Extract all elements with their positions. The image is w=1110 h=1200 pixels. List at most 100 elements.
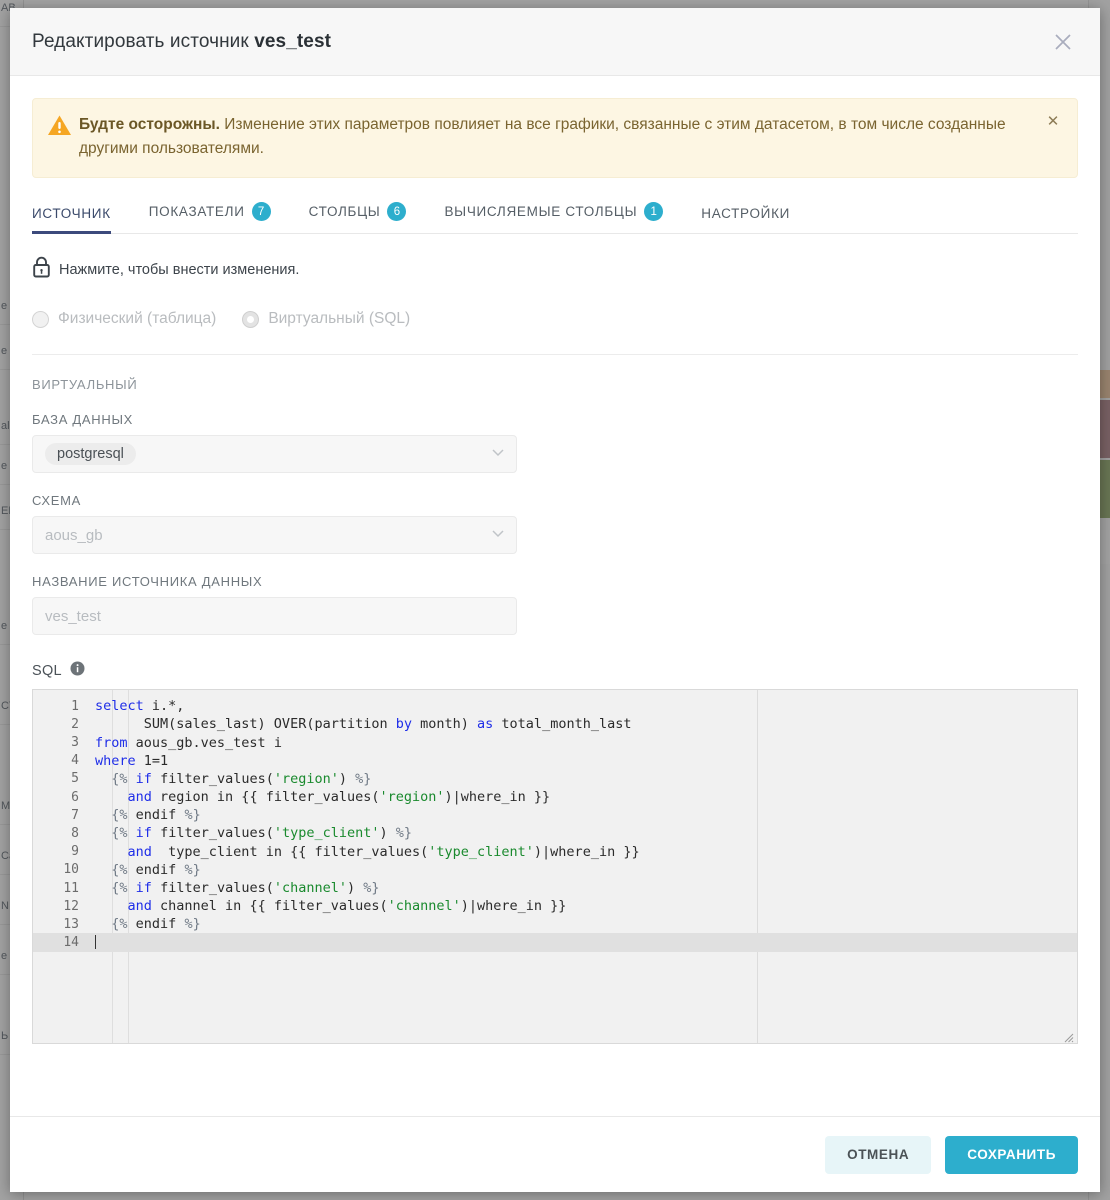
tab-settings-label: НАСТРОЙКИ: [701, 206, 790, 221]
sql-code-lines[interactable]: 1select i.*,2 SUM(sales_last) OVER(parti…: [33, 697, 1077, 952]
sql-line-number: 3: [33, 735, 85, 750]
sql-line[interactable]: 13 {% endif %}: [33, 915, 1077, 933]
sql-line[interactable]: 9 and type_client in {{ filter_values('t…: [33, 843, 1077, 861]
save-button[interactable]: СОХРАНИТЬ: [945, 1136, 1078, 1174]
field-database: БАЗА ДАННЫХ postgresql: [32, 412, 1078, 473]
sql-line-code[interactable]: {% if filter_values('type_client') %}: [85, 825, 1077, 841]
radio-virtual-label: Виртуальный (SQL): [268, 310, 410, 328]
modal-body: Будте осторожны. Изменение этих параметр…: [10, 76, 1100, 1116]
sql-line-number: 12: [33, 899, 85, 914]
sql-editor[interactable]: 1select i.*,2 SUM(sales_last) OVER(parti…: [32, 689, 1078, 1044]
sql-line-number: 1: [33, 699, 85, 714]
alert-close-icon[interactable]: ✕: [1043, 112, 1063, 132]
resize-grip-icon[interactable]: [1062, 1028, 1074, 1040]
tab-metrics-badge: 7: [252, 202, 271, 221]
chevron-down-icon: [490, 525, 506, 546]
tab-calculated-columns-badge: 1: [644, 202, 663, 221]
sql-line-code[interactable]: from aous_gb.ves_test i: [85, 735, 1077, 751]
unlock-row[interactable]: Нажмите, чтобы внести изменения.: [32, 256, 1078, 284]
sql-line-number: 13: [33, 917, 85, 932]
sql-line-code[interactable]: {% endif %}: [85, 807, 1077, 823]
modal-header: Редактировать источник ves_test: [10, 8, 1100, 76]
cancel-button[interactable]: ОТМЕНА: [825, 1136, 931, 1174]
warning-alert-text: Будте осторожны. Изменение этих параметр…: [75, 113, 1061, 161]
radio-physical-label: Физический (таблица): [58, 310, 216, 328]
radio-physical-dot[interactable]: [32, 311, 49, 328]
tab-settings[interactable]: НАСТРОЙКИ: [701, 206, 790, 233]
sql-line[interactable]: 1select i.*,: [33, 697, 1077, 715]
sql-line[interactable]: 7 {% endif %}: [33, 806, 1077, 824]
tab-metrics-label: ПОКАЗАТЕЛИ: [149, 204, 245, 219]
database-select[interactable]: postgresql: [32, 435, 517, 473]
warning-alert: Будте осторожны. Изменение этих параметр…: [32, 98, 1078, 178]
modal-title-name: ves_test: [254, 31, 331, 52]
tab-columns[interactable]: СТОЛБЦЫ 6: [309, 202, 407, 233]
sql-line[interactable]: 8 {% if filter_values('type_client') %}: [33, 824, 1077, 842]
radio-virtual-dot[interactable]: [242, 311, 259, 328]
sql-line[interactable]: 2 SUM(sales_last) OVER(partition by mont…: [33, 715, 1077, 733]
sql-line-code[interactable]: SUM(sales_last) OVER(partition by month)…: [85, 716, 1077, 732]
lock-icon[interactable]: [32, 256, 51, 284]
unlock-label: Нажмите, чтобы внести изменения.: [59, 262, 299, 278]
field-schema-label: СХЕМА: [32, 493, 1078, 508]
close-icon[interactable]: [1048, 27, 1078, 57]
sql-line-number: 6: [33, 790, 85, 805]
section-title: ВИРТУАЛЬНЫЙ: [32, 377, 1078, 392]
sql-line[interactable]: 14: [33, 933, 1077, 951]
tab-columns-badge: 6: [387, 202, 406, 221]
sql-line[interactable]: 6 and region in {{ filter_values('region…: [33, 788, 1077, 806]
sql-line-code[interactable]: and region in {{ filter_values('region')…: [85, 789, 1077, 805]
warning-triangle-icon: [47, 114, 75, 142]
sql-line-code[interactable]: select i.*,: [85, 698, 1077, 714]
chevron-down-icon: [490, 444, 506, 465]
datasource-name-value: ves_test: [45, 608, 101, 625]
sql-line-code[interactable]: [85, 935, 1077, 951]
schema-select[interactable]: aous_gb: [32, 516, 517, 554]
radio-virtual[interactable]: Виртуальный (SQL): [242, 310, 410, 328]
sql-line-number: 7: [33, 808, 85, 823]
sql-line-number: 4: [33, 753, 85, 768]
sql-line[interactable]: 10 {% endif %}: [33, 861, 1077, 879]
sql-line[interactable]: 3from aous_gb.ves_test i: [33, 733, 1077, 751]
sql-line-code[interactable]: and type_client in {{ filter_values('typ…: [85, 844, 1077, 860]
sql-line[interactable]: 4where 1=1: [33, 752, 1077, 770]
warning-alert-strong: Будте осторожны.: [79, 116, 220, 133]
sql-header: SQL: [32, 661, 1078, 681]
info-icon[interactable]: [70, 661, 85, 681]
sql-line-code[interactable]: {% if filter_values('channel') %}: [85, 880, 1077, 896]
sql-line-code[interactable]: where 1=1: [85, 753, 1077, 769]
tab-source[interactable]: ИСТОЧНИК: [32, 206, 111, 233]
radio-physical[interactable]: Физический (таблица): [32, 310, 216, 328]
database-selected-tag: postgresql: [45, 443, 136, 465]
datasource-name-input[interactable]: ves_test: [32, 597, 517, 635]
sql-line[interactable]: 5 {% if filter_values('region') %}: [33, 770, 1077, 788]
sql-line[interactable]: 12 and channel in {{ filter_values('chan…: [33, 897, 1077, 915]
field-schema: СХЕМА aous_gb: [32, 493, 1078, 554]
sql-line-number: 10: [33, 862, 85, 877]
tab-metrics[interactable]: ПОКАЗАТЕЛИ 7: [149, 202, 271, 233]
sql-line-code[interactable]: {% endif %}: [85, 916, 1077, 932]
sql-label: SQL: [32, 663, 62, 679]
tab-columns-label: СТОЛБЦЫ: [309, 204, 381, 219]
schema-value: aous_gb: [45, 527, 103, 544]
edit-datasource-modal: Редактировать источник ves_test Будте ос…: [10, 8, 1100, 1192]
sql-line-number: 5: [33, 771, 85, 786]
sql-line-number: 11: [33, 881, 85, 896]
sql-line-number: 14: [33, 935, 85, 950]
field-datasource-name: НАЗВАНИЕ ИСТОЧНИКА ДАННЫХ ves_test: [32, 574, 1078, 635]
source-type-radio-group: Физический (таблица) Виртуальный (SQL): [32, 310, 1078, 355]
sql-line-code[interactable]: {% endif %}: [85, 862, 1077, 878]
sql-line-code[interactable]: {% if filter_values('region') %}: [85, 771, 1077, 787]
sql-line-code[interactable]: and channel in {{ filter_values('channel…: [85, 898, 1077, 914]
field-database-label: БАЗА ДАННЫХ: [32, 412, 1078, 427]
sql-line-number: 9: [33, 844, 85, 859]
modal-title-prefix: Редактировать источник: [32, 31, 254, 52]
page-title: Редактировать источник ves_test: [32, 31, 331, 53]
sql-line-number: 2: [33, 717, 85, 732]
field-datasource-name-label: НАЗВАНИЕ ИСТОЧНИКА ДАННЫХ: [32, 574, 1078, 589]
sql-line-number: 8: [33, 826, 85, 841]
sql-line[interactable]: 11 {% if filter_values('channel') %}: [33, 879, 1077, 897]
tab-calculated-columns[interactable]: ВЫЧИСЛЯЕМЫЕ СТОЛБЦЫ 1: [444, 202, 663, 233]
modal-footer: ОТМЕНА СОХРАНИТЬ: [10, 1116, 1100, 1192]
modal-tabs: ИСТОЧНИК ПОКАЗАТЕЛИ 7 СТОЛБЦЫ 6 ВЫЧИСЛЯЕ…: [32, 186, 1078, 234]
